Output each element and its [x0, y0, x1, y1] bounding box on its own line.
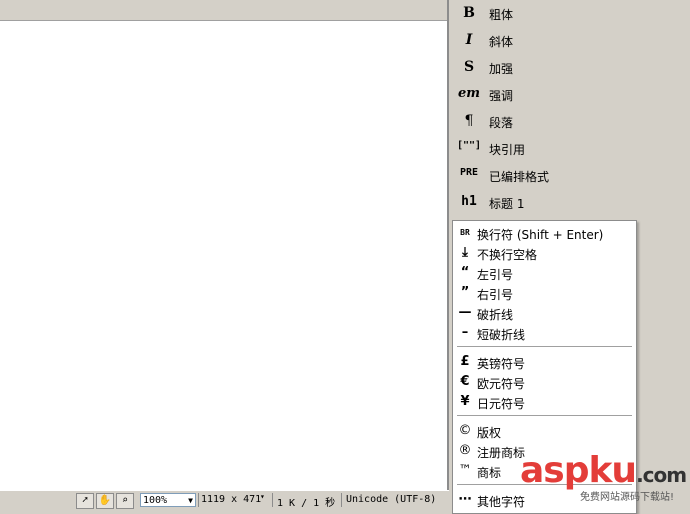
status-divider — [198, 493, 199, 507]
panel-item-label: 加强 — [489, 62, 514, 76]
paragraph-icon: ¶ — [464, 113, 474, 129]
right-quote-icon: ” — [460, 285, 470, 300]
zoom-tool-icon[interactable]: ⌕ — [116, 493, 134, 509]
other-characters-icon: ⋯ — [458, 492, 472, 507]
strong-icon: S — [463, 59, 475, 75]
select-tool-icon[interactable]: ➚ — [76, 493, 94, 509]
status-divider — [341, 493, 342, 507]
menu-item-label: 换行符 (Shift + Enter) — [477, 228, 604, 242]
menu-item-label: 右引号 — [477, 288, 514, 302]
left-quote-icon: “ — [460, 265, 470, 280]
menu-item-label: 日元符号 — [477, 397, 526, 411]
heading-icon: h1 — [461, 194, 477, 209]
preformatted-icon: PRE — [459, 167, 479, 178]
menu-item-nbsp[interactable]: ⤓ 不换行空格 — [453, 243, 636, 263]
yen-icon: ¥ — [460, 394, 470, 409]
pound-icon: £ — [460, 354, 470, 369]
panel-item-bold[interactable]: B 粗体 — [449, 0, 690, 27]
menu-item-label: 注册商标 — [477, 446, 526, 460]
blockquote-icon: [""] — [457, 140, 482, 151]
en-dash-icon: – — [461, 325, 469, 340]
euro-icon: € — [460, 374, 470, 389]
encoding-readout: Unicode (UTF-8) — [346, 494, 437, 505]
menu-item-euro[interactable]: € 欧元符号 — [453, 372, 636, 392]
panel-item-label: 块引用 — [489, 143, 526, 157]
menu-item-pound[interactable]: £ 英镑符号 — [453, 352, 636, 372]
menu-separator — [457, 346, 632, 348]
menu-item-label: 破折线 — [477, 308, 514, 322]
panel-item-heading1[interactable]: h1 标题 1 — [449, 189, 690, 216]
panel-item-label: 标题 1 — [489, 197, 525, 211]
menu-item-line-break[interactable]: BR 换行符 (Shift + Enter) — [453, 223, 636, 243]
trademark-icon: ™ — [458, 463, 472, 478]
menu-item-label: 短破折线 — [477, 328, 526, 342]
menu-item-em-dash[interactable]: — 破折线 — [453, 303, 636, 323]
menu-item-yen[interactable]: ¥ 日元符号 — [453, 392, 636, 412]
emphasis-icon: em — [457, 86, 481, 101]
status-divider — [272, 493, 273, 507]
nonbreaking-space-icon: ⤓ — [462, 245, 468, 260]
chevron-down-icon: ▼ — [188, 496, 193, 505]
menu-item-label: 左引号 — [477, 268, 514, 282]
copyright-icon: © — [458, 423, 472, 438]
menu-item-label: 欧元符号 — [477, 377, 526, 391]
line-break-icon: BR — [460, 228, 470, 237]
panel-item-label: 斜体 — [489, 35, 514, 49]
panel-item-emphasis[interactable]: em 强调 — [449, 81, 690, 108]
menu-item-right-quote[interactable]: ” 右引号 — [453, 283, 636, 303]
panel-item-italic[interactable]: I 斜体 — [449, 27, 690, 54]
document-canvas[interactable] — [0, 0, 447, 490]
watermark-logo: aspku.com 免费网站源码下载站! — [520, 450, 690, 508]
status-bar: ➚ ✋ ⌕ 100% ▼ 1119 x 471 ▾ 1 K / 1 秒 Unic… — [0, 490, 449, 509]
zoom-select[interactable]: 100% ▼ — [140, 493, 196, 507]
watermark-tagline: 免费网站源码下载站! — [580, 492, 675, 503]
registered-icon: ® — [458, 443, 472, 458]
menu-item-label: 版权 — [477, 426, 502, 440]
menu-item-en-dash[interactable]: – 短破折线 — [453, 323, 636, 343]
panel-item-label: 粗体 — [489, 8, 514, 22]
italic-icon: I — [465, 32, 473, 48]
panel-item-label: 段落 — [489, 116, 514, 130]
editor-toolbar-strip — [0, 0, 447, 21]
zoom-value: 100% — [143, 495, 168, 506]
panel-item-blockquote[interactable]: [""] 块引用 — [449, 135, 690, 162]
panel-item-paragraph[interactable]: ¶ 段落 — [449, 108, 690, 135]
menu-item-left-quote[interactable]: “ 左引号 — [453, 263, 636, 283]
menu-item-label: 其他字符 — [477, 495, 526, 509]
menu-separator — [457, 415, 632, 417]
menu-item-label: 不换行空格 — [477, 248, 538, 262]
hand-tool-icon[interactable]: ✋ — [96, 493, 114, 509]
file-size-readout: 1 K / 1 秒 — [277, 498, 336, 509]
menu-item-label: 商标 — [477, 466, 502, 480]
em-dash-icon: — — [458, 305, 472, 320]
window-size-dropdown-icon[interactable]: ▾ — [260, 492, 265, 501]
watermark-brand: aspku.com — [520, 450, 687, 491]
menu-item-copyright[interactable]: © 版权 — [453, 421, 636, 441]
bold-icon: B — [463, 5, 475, 21]
panel-item-preformatted[interactable]: PRE 已编排格式 — [449, 162, 690, 189]
menu-item-label: 英镑符号 — [477, 357, 526, 371]
panel-item-label: 强调 — [489, 89, 514, 103]
panel-item-strong[interactable]: S 加强 — [449, 54, 690, 81]
window-size-readout[interactable]: 1119 x 471 — [201, 494, 261, 505]
panel-item-label: 已编排格式 — [489, 170, 550, 184]
